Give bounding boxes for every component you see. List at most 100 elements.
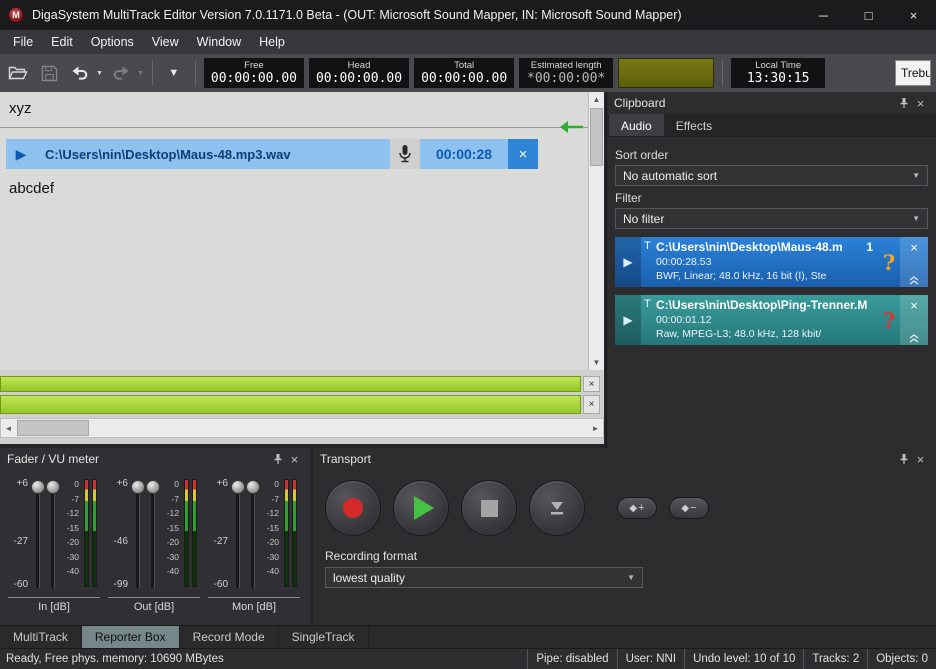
double-chevron-up-icon <box>909 276 919 285</box>
tab-record-mode[interactable]: Record Mode <box>180 626 279 648</box>
close-button[interactable]: × <box>891 0 936 30</box>
undo-dropdown-caret[interactable]: ▼ <box>96 70 103 77</box>
sort-order-label: Sort order <box>615 148 928 162</box>
save-icon[interactable] <box>36 60 62 86</box>
play-icon[interactable]: ▶ <box>615 295 641 345</box>
fader-panel-title: Fader / VU meter <box>7 452 99 466</box>
pin-icon[interactable] <box>269 451 286 467</box>
redo-icon[interactable] <box>108 60 134 86</box>
remove-clip-button[interactable]: × <box>508 139 538 169</box>
tab-reporter-box[interactable]: Reporter Box <box>82 626 180 648</box>
tab-audio[interactable]: Audio <box>609 114 664 136</box>
meter-scale: 0-7-12-15-20-30-40 <box>60 476 81 592</box>
close-panel-icon[interactable]: × <box>286 451 303 467</box>
record-button[interactable] <box>325 480 381 536</box>
clipboard-item[interactable]: ▶ T C:\Users\nin\Desktop\Maus-48.m 1 00:… <box>615 237 928 287</box>
close-panel-icon[interactable]: × <box>912 451 929 467</box>
microphone-icon[interactable] <box>390 139 420 169</box>
fader-slider[interactable] <box>45 476 60 592</box>
clipboard-item-duration: 00:00:28.53 <box>656 255 876 269</box>
horizontal-scrollbar[interactable]: ◄ ► <box>0 418 604 438</box>
menu-edit[interactable]: Edit <box>42 30 82 54</box>
toolbar-separator <box>722 60 723 86</box>
menu-options[interactable]: Options <box>82 30 143 54</box>
transport-buttons: ◆+ ◆− <box>325 480 936 536</box>
toolbar-dropdown-icon[interactable]: ▼ <box>161 60 187 86</box>
record-level-meter <box>618 58 714 88</box>
close-panel-icon[interactable]: × <box>912 95 929 111</box>
transport-header: Transport × <box>313 448 936 470</box>
fader-slider[interactable] <box>145 476 160 592</box>
scroll-left-icon[interactable]: ◄ <box>1 419 16 437</box>
fader-slider[interactable] <box>130 476 145 592</box>
maximize-button[interactable]: □ <box>846 0 891 30</box>
clipboard-tabs: Audio Effects <box>607 114 936 137</box>
close-lane-button[interactable]: × <box>583 395 600 414</box>
menu-window[interactable]: Window <box>188 30 250 54</box>
window-controls: ─ □ × <box>801 0 936 30</box>
track-lane[interactable] <box>0 376 581 392</box>
recording-format-select[interactable]: lowest quality ▼ <box>325 567 643 588</box>
undo-icon[interactable] <box>67 60 93 86</box>
local-time-display: Local Time 13:30:15 <box>731 58 825 88</box>
sort-order-select[interactable]: No automatic sort ▼ <box>615 165 928 186</box>
clipboard-item[interactable]: ▶ T C:\Users\nin\Desktop\Ping-Trenner.M … <box>615 295 928 345</box>
track-content[interactable]: xyz ▶ C:\Users\nin\Desktop\Maus-48.mp3.w… <box>0 92 588 370</box>
station-button[interactable]: Trebu <box>895 60 931 86</box>
fader-range-labels: +6 -46 -99 <box>108 476 130 592</box>
menu-view[interactable]: View <box>143 30 188 54</box>
play-icon[interactable]: ▶ <box>6 139 36 169</box>
remove-item-button[interactable]: × <box>900 237 928 287</box>
close-lane-button[interactable]: × <box>583 376 600 392</box>
open-folder-icon[interactable] <box>5 60 31 86</box>
redo-dropdown-caret[interactable]: ▼ <box>137 70 144 77</box>
go-to-end-button[interactable] <box>529 480 585 536</box>
menu-help[interactable]: Help <box>250 30 294 54</box>
remove-item-button[interactable]: × <box>900 295 928 345</box>
audio-clip-row[interactable]: ▶ C:\Users\nin\Desktop\Maus-48.mp3.wav 0… <box>6 139 538 169</box>
clipboard-header: Clipboard × <box>607 92 936 114</box>
fader-knob[interactable] <box>131 480 145 494</box>
fader-knob[interactable] <box>46 480 60 494</box>
play-button[interactable] <box>393 480 449 536</box>
add-marker-button[interactable]: ◆+ <box>617 497 657 519</box>
note-label: abcdef <box>9 180 54 197</box>
app-icon: M <box>8 7 24 23</box>
play-icon[interactable]: ▶ <box>615 237 641 287</box>
track-lane[interactable] <box>0 395 581 414</box>
clipboard-item-path: C:\Users\nin\Desktop\Maus-48.m <box>656 240 863 255</box>
remove-marker-button[interactable]: ◆− <box>669 497 709 519</box>
scrollbar-thumb[interactable] <box>17 420 89 436</box>
menu-file[interactable]: File <box>4 30 42 54</box>
clipboard-item-format: Raw, MPEG-L3; 48.0 kHz, 128 kbit/ <box>656 327 876 341</box>
status-ready-text: Ready, Free phys. memory: 10690 MBytes <box>0 649 527 669</box>
fader-slider[interactable] <box>30 476 45 592</box>
clipboard-item-duration: 00:00:01.12 <box>656 313 876 327</box>
fader-knob[interactable] <box>146 480 160 494</box>
minimize-button[interactable]: ─ <box>801 0 846 30</box>
scroll-down-icon[interactable]: ▼ <box>589 355 604 370</box>
filter-label: Filter <box>615 191 928 205</box>
fader-slider[interactable] <box>245 476 260 592</box>
scroll-up-icon[interactable]: ▲ <box>589 92 604 107</box>
double-chevron-up-icon <box>909 334 919 343</box>
toolbar-separator <box>195 60 196 86</box>
fader-slider[interactable] <box>230 476 245 592</box>
diamond-plus-icon: ◆ <box>629 503 637 514</box>
pin-icon[interactable] <box>895 95 912 111</box>
fader-knob[interactable] <box>31 480 45 494</box>
pin-icon[interactable] <box>895 451 912 467</box>
stop-button[interactable] <box>461 480 517 536</box>
clip-duration: 00:00:28 <box>420 139 508 169</box>
tab-singletrack[interactable]: SingleTrack <box>279 626 369 648</box>
go-to-end-icon <box>546 499 568 517</box>
fader-knob[interactable] <box>231 480 245 494</box>
scrollbar-thumb[interactable] <box>590 108 603 166</box>
tab-effects[interactable]: Effects <box>664 114 724 136</box>
tab-multitrack[interactable]: MultiTrack <box>0 626 82 648</box>
scroll-right-icon[interactable]: ► <box>588 419 603 437</box>
filter-select[interactable]: No filter ▼ <box>615 208 928 229</box>
vertical-scrollbar[interactable]: ▲ ▼ <box>588 92 604 370</box>
clipboard-item-badge: 1 <box>863 240 876 255</box>
fader-knob[interactable] <box>246 480 260 494</box>
